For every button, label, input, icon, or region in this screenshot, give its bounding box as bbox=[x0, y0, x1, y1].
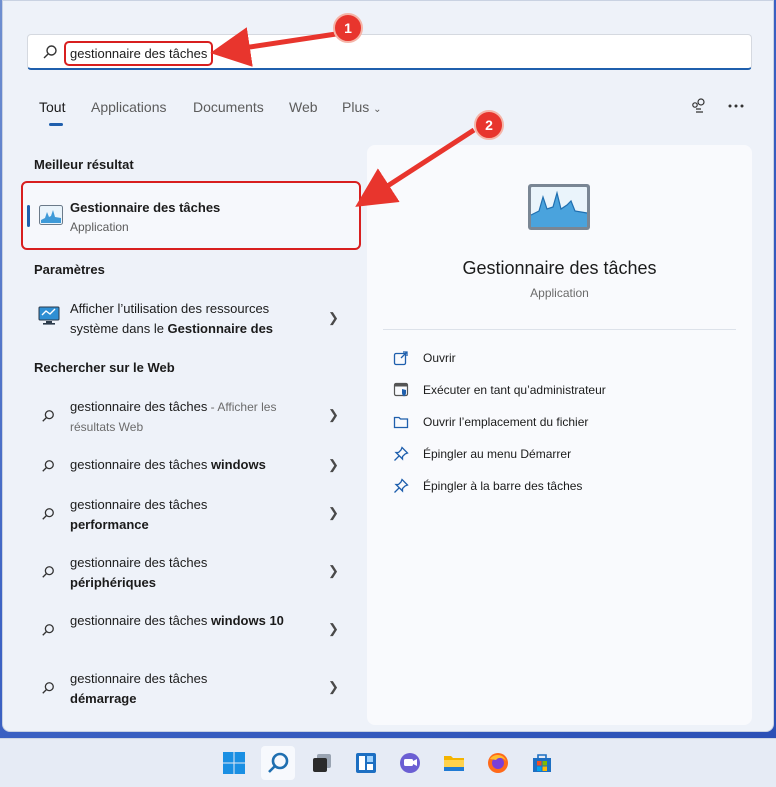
search-icon bbox=[42, 624, 54, 636]
web-search-heading: Rechercher sur le Web bbox=[34, 360, 175, 375]
pin-icon bbox=[394, 446, 409, 461]
chevron-right-icon[interactable]: ❯ bbox=[328, 563, 339, 579]
firefox-icon bbox=[488, 753, 508, 773]
search-icon bbox=[42, 566, 54, 578]
search-icon bbox=[42, 508, 54, 520]
details-title: Gestionnaire des tâches bbox=[462, 258, 657, 278]
settings-item-text-bold: Gestionnaire des bbox=[167, 321, 274, 336]
web-result-query: gestionnaire des tâches bbox=[70, 613, 211, 628]
taskbar bbox=[0, 738, 776, 787]
windows-start-icon bbox=[223, 752, 245, 774]
web-result-6[interactable]: gestionnaire des tâches démarrage ❯ bbox=[33, 669, 353, 709]
file-explorer-button[interactable] bbox=[437, 746, 471, 780]
settings-item[interactable]: Afficher l’utilisation des ressources sy… bbox=[33, 297, 353, 341]
web-result-2[interactable]: gestionnaire des tâches windows ❯ bbox=[33, 455, 353, 477]
widgets-button[interactable] bbox=[349, 746, 383, 780]
task-view-icon bbox=[313, 754, 331, 772]
folder-icon bbox=[393, 416, 409, 429]
web-result-suggestion: windows bbox=[210, 457, 266, 472]
start-button[interactable] bbox=[217, 746, 251, 780]
web-result-suggestion: démarrage bbox=[70, 691, 137, 706]
chevron-right-icon[interactable]: ❯ bbox=[328, 457, 339, 473]
annotation-arrows bbox=[210, 27, 476, 207]
web-result-text: gestionnaire des tâches - Afficher les r… bbox=[70, 397, 298, 437]
web-result-query: gestionnaire des tâches bbox=[70, 399, 208, 414]
chevron-right-icon[interactable]: ❯ bbox=[328, 505, 339, 521]
web-result-5[interactable]: gestionnaire des tâches windows 10 ❯ bbox=[33, 611, 353, 651]
open-icon bbox=[393, 351, 408, 366]
web-result-1[interactable]: gestionnaire des tâches - Afficher les r… bbox=[33, 397, 353, 437]
annotation-arrow-2 bbox=[355, 127, 476, 207]
action-label: Épingler au menu Démarrer bbox=[423, 447, 572, 461]
web-result-text: gestionnaire des tâches périphériques bbox=[70, 553, 260, 593]
search-icon bbox=[268, 752, 289, 773]
web-result-suggestion: performance bbox=[70, 517, 149, 532]
admin-shield-icon bbox=[393, 382, 409, 397]
chevron-right-icon[interactable]: ❯ bbox=[328, 407, 339, 423]
web-result-text: gestionnaire des tâches windows bbox=[70, 455, 320, 475]
annotation-badge-1: 1 bbox=[333, 13, 363, 43]
task-view-button[interactable] bbox=[305, 746, 339, 780]
search-icon bbox=[42, 460, 54, 472]
web-result-text: gestionnaire des tâches windows 10 bbox=[70, 611, 285, 631]
chevron-right-icon[interactable]: ❯ bbox=[328, 679, 339, 695]
web-result-query: gestionnaire des tâches bbox=[70, 671, 208, 686]
action-label: Ouvrir bbox=[423, 351, 456, 365]
web-result-query: gestionnaire des tâches bbox=[70, 457, 211, 472]
widgets-icon bbox=[356, 753, 376, 773]
divider bbox=[383, 329, 736, 330]
web-result-3[interactable]: gestionnaire des tâches performance ❯ bbox=[33, 495, 353, 535]
store-button[interactable] bbox=[525, 746, 559, 780]
monitor-settings-icon bbox=[38, 306, 60, 325]
web-result-text: gestionnaire des tâches démarrage bbox=[70, 669, 260, 709]
action-label: Exécuter en tant qu’administrateur bbox=[423, 383, 606, 397]
annotation-badge-2: 2 bbox=[474, 110, 504, 140]
teams-chat-icon bbox=[400, 753, 420, 773]
chevron-right-icon[interactable]: ❯ bbox=[328, 621, 339, 637]
web-result-text: gestionnaire des tâches performance bbox=[70, 495, 260, 535]
pin-icon bbox=[394, 478, 409, 493]
web-result-query: gestionnaire des tâches bbox=[70, 497, 208, 512]
action-label: Épingler à la barre des tâches bbox=[423, 479, 583, 493]
web-result-query: gestionnaire des tâches bbox=[70, 555, 208, 570]
web-result-4[interactable]: gestionnaire des tâches périphériques ❯ bbox=[33, 553, 353, 593]
settings-item-text: Afficher l’utilisation des ressources sy… bbox=[70, 299, 298, 339]
web-result-suggestion: windows 10 bbox=[210, 613, 284, 628]
taskbar-search-button[interactable] bbox=[261, 746, 295, 780]
settings-heading: Paramètres bbox=[34, 262, 105, 277]
action-label: Ouvrir l’emplacement du fichier bbox=[423, 415, 589, 429]
chat-button[interactable] bbox=[393, 746, 427, 780]
microsoft-store-icon bbox=[533, 754, 551, 772]
details-subtitle: Application bbox=[530, 286, 589, 300]
chevron-right-icon[interactable]: ❯ bbox=[328, 310, 339, 326]
web-result-suggestion: périphériques bbox=[70, 575, 156, 590]
search-icon bbox=[42, 410, 54, 422]
annotation-arrow-1 bbox=[210, 27, 337, 67]
file-explorer-icon bbox=[444, 756, 464, 771]
search-icon bbox=[42, 682, 54, 694]
firefox-button[interactable] bbox=[481, 746, 515, 780]
